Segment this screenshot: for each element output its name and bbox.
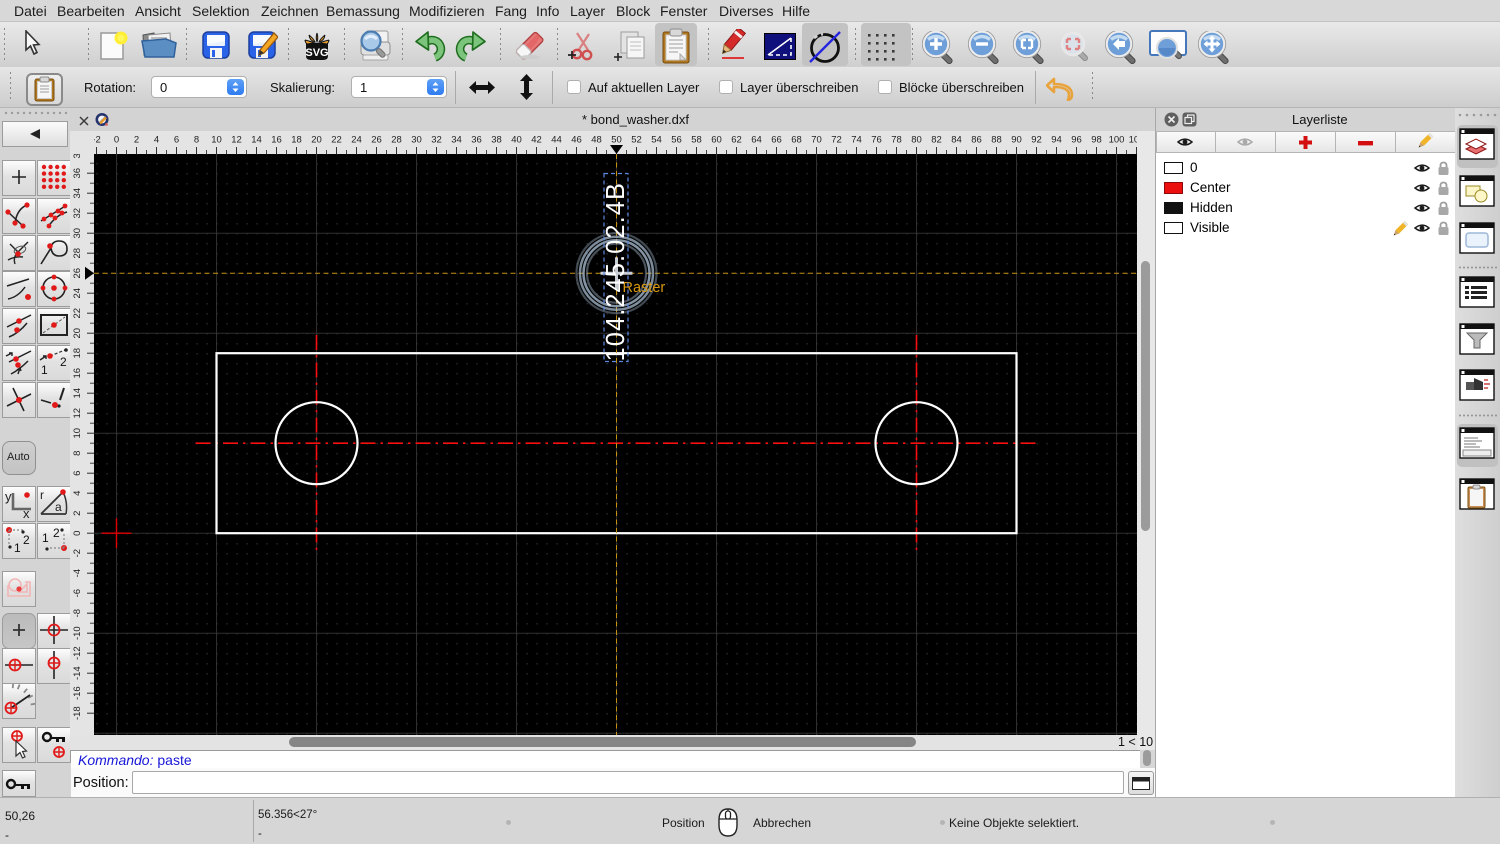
svg-text:38: 38 <box>491 135 502 146</box>
svg-text:26: 26 <box>72 268 83 279</box>
svg-text:32: 32 <box>431 135 442 146</box>
svg-text:34: 34 <box>451 135 462 146</box>
svg-text:76: 76 <box>871 135 882 146</box>
svg-text:-8: -8 <box>72 609 83 617</box>
svg-text:16: 16 <box>271 135 282 146</box>
svg-text:10: 10 <box>211 135 222 146</box>
svg-text:2: 2 <box>53 526 60 540</box>
svg-text:52: 52 <box>631 135 642 146</box>
svg-text:42: 42 <box>531 135 542 146</box>
svg-text:92: 92 <box>1031 135 1042 146</box>
svg-text:100: 100 <box>1109 135 1125 146</box>
svg-text:88: 88 <box>991 135 1002 146</box>
svg-text:24: 24 <box>351 135 362 146</box>
svg-text:48: 48 <box>591 135 602 146</box>
svg-text:10: 10 <box>72 428 83 439</box>
svg-text:-14: -14 <box>72 666 83 680</box>
svg-text:38: 38 <box>72 154 83 158</box>
svg-text:56: 56 <box>671 135 682 146</box>
svg-text:1: 1 <box>42 531 49 545</box>
svg-text:SVG: SVG <box>305 47 328 59</box>
svg-text:24: 24 <box>72 288 83 299</box>
svg-text:4: 4 <box>154 135 159 146</box>
svg-text:98: 98 <box>1091 135 1102 146</box>
svg-text:-18: -18 <box>72 706 83 720</box>
svg-text:18: 18 <box>291 135 302 146</box>
svg-text:1: 1 <box>14 541 21 555</box>
svg-text:82: 82 <box>931 135 942 146</box>
svg-text:66: 66 <box>771 135 782 146</box>
svg-text:94: 94 <box>1051 135 1062 146</box>
svg-text:78: 78 <box>891 135 902 146</box>
svg-text:104.245.02.4B: 104.245.02.4B <box>602 182 630 362</box>
svg-text:68: 68 <box>791 135 802 146</box>
svg-text:22: 22 <box>72 308 83 319</box>
svg-text:2: 2 <box>60 355 67 369</box>
svg-text:70: 70 <box>811 135 822 146</box>
svg-text:-16: -16 <box>72 686 83 700</box>
svg-text:-12: -12 <box>72 646 83 660</box>
svg-text:a: a <box>55 500 62 514</box>
svg-text:2: 2 <box>72 511 83 516</box>
svg-text:96: 96 <box>1071 135 1082 146</box>
svg-text:34: 34 <box>72 188 83 199</box>
svg-text:36: 36 <box>72 168 83 179</box>
svg-text:74: 74 <box>851 135 862 146</box>
svg-text:-10: -10 <box>72 626 83 640</box>
svg-text:18: 18 <box>72 348 83 359</box>
svg-text:x: x <box>23 506 30 519</box>
svg-text:50: 50 <box>611 135 622 146</box>
svg-text:12: 12 <box>231 135 242 146</box>
svg-text:28: 28 <box>72 248 83 259</box>
svg-text:6: 6 <box>72 471 83 476</box>
svg-text:2: 2 <box>134 135 139 146</box>
svg-text:86: 86 <box>971 135 982 146</box>
svg-text:2: 2 <box>23 533 30 547</box>
svg-text:28: 28 <box>391 135 402 146</box>
svg-text:44: 44 <box>551 135 562 146</box>
svg-text:54: 54 <box>651 135 662 146</box>
svg-text:r: r <box>40 488 44 502</box>
svg-text:36: 36 <box>471 135 482 146</box>
svg-text:26: 26 <box>371 135 382 146</box>
svg-text:80: 80 <box>911 135 922 146</box>
svg-text:60: 60 <box>711 135 722 146</box>
svg-text:8: 8 <box>72 451 83 456</box>
svg-text:y: y <box>5 489 12 504</box>
svg-text:-2: -2 <box>94 135 101 146</box>
svg-text:20: 20 <box>72 328 83 339</box>
svg-text:30: 30 <box>72 228 83 239</box>
svg-text:58: 58 <box>691 135 702 146</box>
svg-text:90: 90 <box>1011 135 1022 146</box>
svg-text:0: 0 <box>114 135 119 146</box>
svg-text:30: 30 <box>411 135 422 146</box>
svg-text:40: 40 <box>511 135 522 146</box>
svg-text:8: 8 <box>194 135 199 146</box>
svg-text:-2: -2 <box>72 549 83 557</box>
svg-text:4: 4 <box>72 491 83 496</box>
svg-text:-6: -6 <box>72 589 83 597</box>
svg-text:14: 14 <box>251 135 262 146</box>
svg-text:20: 20 <box>311 135 322 146</box>
svg-text:64: 64 <box>751 135 762 146</box>
svg-text:0: 0 <box>72 531 83 536</box>
svg-text:84: 84 <box>951 135 962 146</box>
svg-text:46: 46 <box>571 135 582 146</box>
svg-text:1: 1 <box>41 363 48 377</box>
svg-text:14: 14 <box>72 388 83 399</box>
svg-text:72: 72 <box>831 135 842 146</box>
svg-text:22: 22 <box>331 135 342 146</box>
svg-text:32: 32 <box>72 208 83 219</box>
svg-text:12: 12 <box>72 408 83 419</box>
svg-text:102: 102 <box>1129 135 1137 146</box>
svg-text:-4: -4 <box>72 569 83 577</box>
svg-text:62: 62 <box>731 135 742 146</box>
svg-text:16: 16 <box>72 368 83 379</box>
svg-text:6: 6 <box>174 135 179 146</box>
